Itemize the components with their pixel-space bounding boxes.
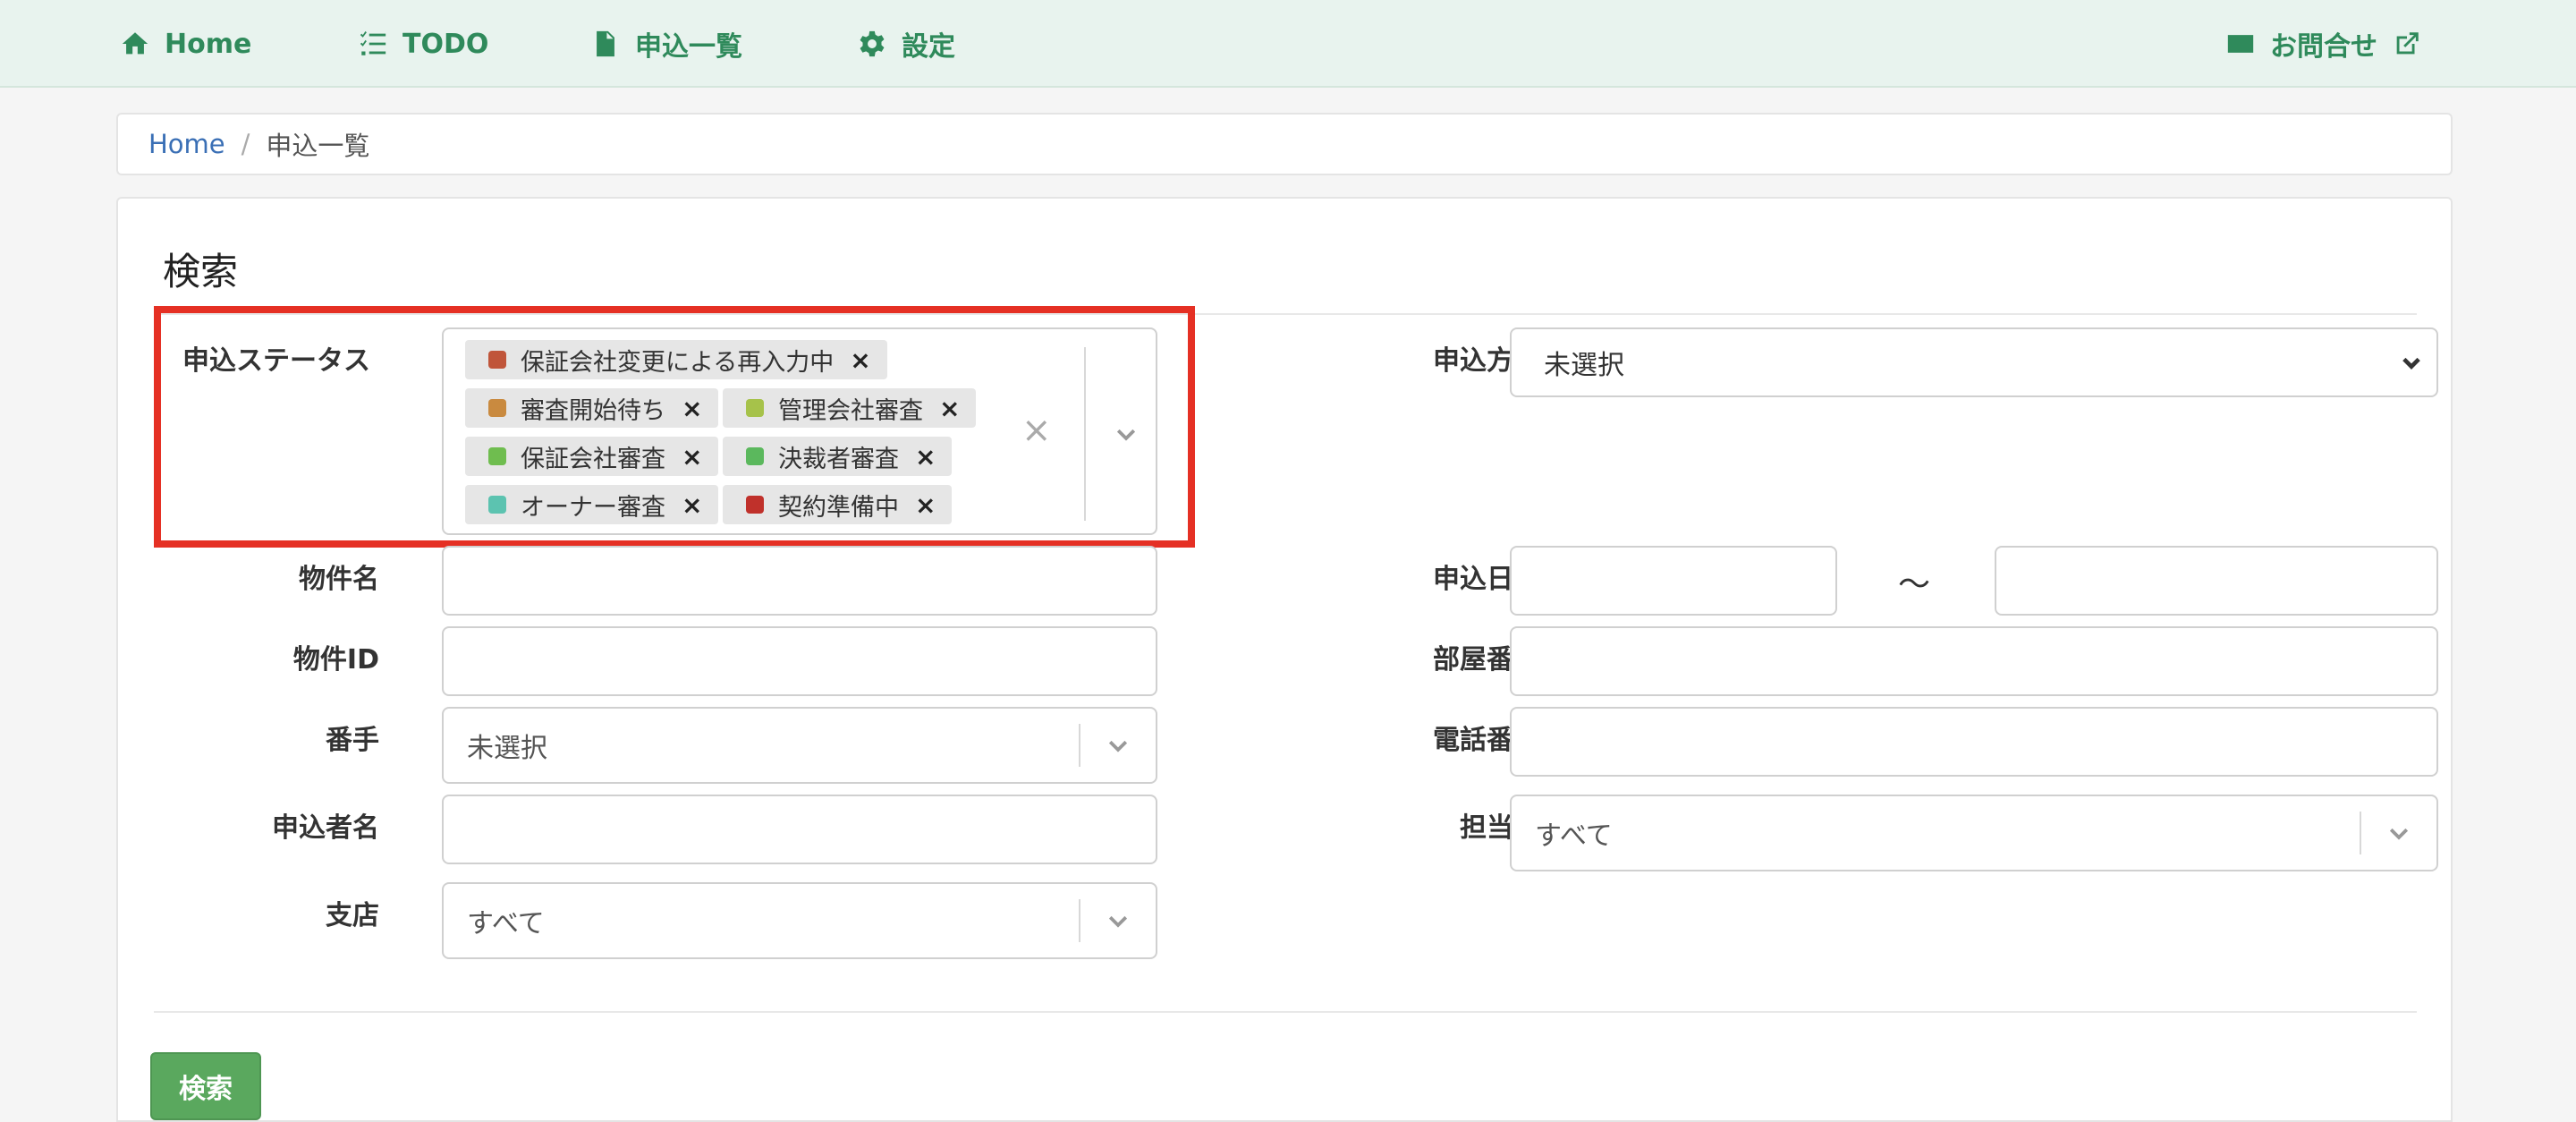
status-color-dot <box>488 399 506 417</box>
status-tag-label: 保証会社変更による再入力中 <box>521 348 835 377</box>
status-tag: 契約準備中 × <box>723 485 953 524</box>
chevron-down-icon <box>1080 732 1156 759</box>
status-tag: 審査開始待ち × <box>465 388 719 428</box>
number-select[interactable]: 未選択 <box>442 707 1157 784</box>
remove-tag-icon[interactable]: × <box>682 490 702 520</box>
phone-number-input[interactable] <box>1510 707 2438 777</box>
status-multiselect[interactable]: 保証会社変更による再入力中 × 審査開始待ち × 管理会社審査 × 保証会社審査… <box>442 327 1157 535</box>
branch-select-value: すべて <box>467 908 545 939</box>
form-divider <box>154 1011 2417 1013</box>
remove-tag-icon[interactable]: × <box>915 442 936 472</box>
number-select-value: 未選択 <box>467 733 547 764</box>
envelope-icon <box>2227 35 2254 53</box>
status-label: 申込ステータス <box>182 345 370 377</box>
nav-todo-label: TODO <box>402 28 489 60</box>
property-id-label: 物件ID <box>292 644 379 676</box>
status-tag: オーナー審査 × <box>465 485 719 524</box>
status-color-dot <box>746 399 764 417</box>
status-tag-label: 管理会社審査 <box>778 396 923 425</box>
nav-home[interactable]: Home <box>120 23 251 64</box>
chevron-down-icon <box>2361 820 2436 846</box>
status-tag: 保証会社審査 × <box>465 437 719 476</box>
nav-contact-label: お問合せ <box>2270 31 2377 63</box>
nav-todo[interactable]: TODO <box>358 23 488 64</box>
search-panel: 検索 申込ステータス 保証会社変更による再入力中 × 審査開始待ち × 管理会社… <box>116 197 2453 1122</box>
status-tag: 決裁者審査 × <box>723 437 953 476</box>
breadcrumb-home-link[interactable]: Home <box>148 129 225 159</box>
nav-contact[interactable]: お問合せ <box>2225 23 2422 64</box>
chevron-down-icon[interactable] <box>1113 421 1140 451</box>
status-tag-label: 決裁者審査 <box>778 445 899 473</box>
status-tag-label: 審査開始待ち <box>521 396 665 425</box>
clear-all-icon[interactable]: × <box>1021 410 1052 451</box>
status-tag: 保証会社変更による再入力中 × <box>465 340 887 379</box>
method-select-value: 未選択 <box>1544 350 1624 381</box>
remove-tag-icon[interactable]: × <box>682 394 702 423</box>
document-icon <box>597 30 614 57</box>
chevron-down-icon <box>2386 350 2436 375</box>
date-from-input[interactable] <box>1510 546 1837 616</box>
title-divider <box>154 313 2417 315</box>
remove-tag-icon[interactable]: × <box>682 442 702 472</box>
top-navbar: Home TODO 申込一覧 設定 お問合せ <box>0 0 2576 88</box>
status-color-dot <box>488 351 506 369</box>
search-panel-title: 検索 <box>163 250 239 293</box>
nav-home-label: Home <box>165 28 252 60</box>
status-tag-label: オーナー審査 <box>521 493 665 522</box>
branch-select[interactable]: すべて <box>442 882 1157 959</box>
multiselect-divider <box>1084 347 1086 521</box>
nav-settings-label: 設定 <box>902 31 955 63</box>
external-link-icon <box>2396 32 2419 55</box>
status-color-dot <box>746 496 764 514</box>
branch-label: 支店 <box>326 900 379 931</box>
staff-select[interactable]: すべて <box>1510 795 2438 871</box>
home-icon <box>122 32 148 55</box>
applicant-name-input[interactable] <box>442 795 1157 864</box>
status-color-dot <box>746 447 764 465</box>
staff-select-value: すべて <box>1535 820 1613 852</box>
status-color-dot <box>488 496 506 514</box>
breadcrumb: Home / 申込一覧 <box>116 113 2453 175</box>
nav-settings[interactable]: 設定 <box>857 23 955 64</box>
status-tag-label: 契約準備中 <box>778 493 899 522</box>
property-name-input[interactable] <box>442 546 1157 616</box>
chevron-down-icon <box>1080 907 1156 934</box>
property-id-input[interactable] <box>442 626 1157 696</box>
method-select[interactable]: 未選択 <box>1510 327 2438 397</box>
room-number-input[interactable] <box>1510 626 2438 696</box>
property-name-label: 物件名 <box>299 564 379 595</box>
remove-tag-icon[interactable]: × <box>939 394 960 423</box>
status-color-dot <box>488 447 506 465</box>
breadcrumb-current: 申込一覧 <box>266 131 370 161</box>
number-label: 番手 <box>326 725 379 756</box>
breadcrumb-separator: / <box>241 129 250 159</box>
status-tag: 管理会社審査 × <box>723 388 977 428</box>
date-to-input[interactable] <box>1995 546 2438 616</box>
search-button[interactable]: 検索 <box>150 1052 261 1120</box>
nav-application-list[interactable]: 申込一覧 <box>590 23 742 64</box>
nav-application-list-label: 申込一覧 <box>635 31 742 63</box>
remove-tag-icon[interactable]: × <box>915 490 936 520</box>
status-tag-label: 保証会社審査 <box>521 445 665 473</box>
date-range-separator: ～ <box>1898 566 1931 603</box>
applicant-name-label: 申込者名 <box>272 812 379 844</box>
remove-tag-icon[interactable]: × <box>850 345 870 375</box>
list-icon <box>360 30 386 55</box>
gear-icon <box>860 30 885 57</box>
